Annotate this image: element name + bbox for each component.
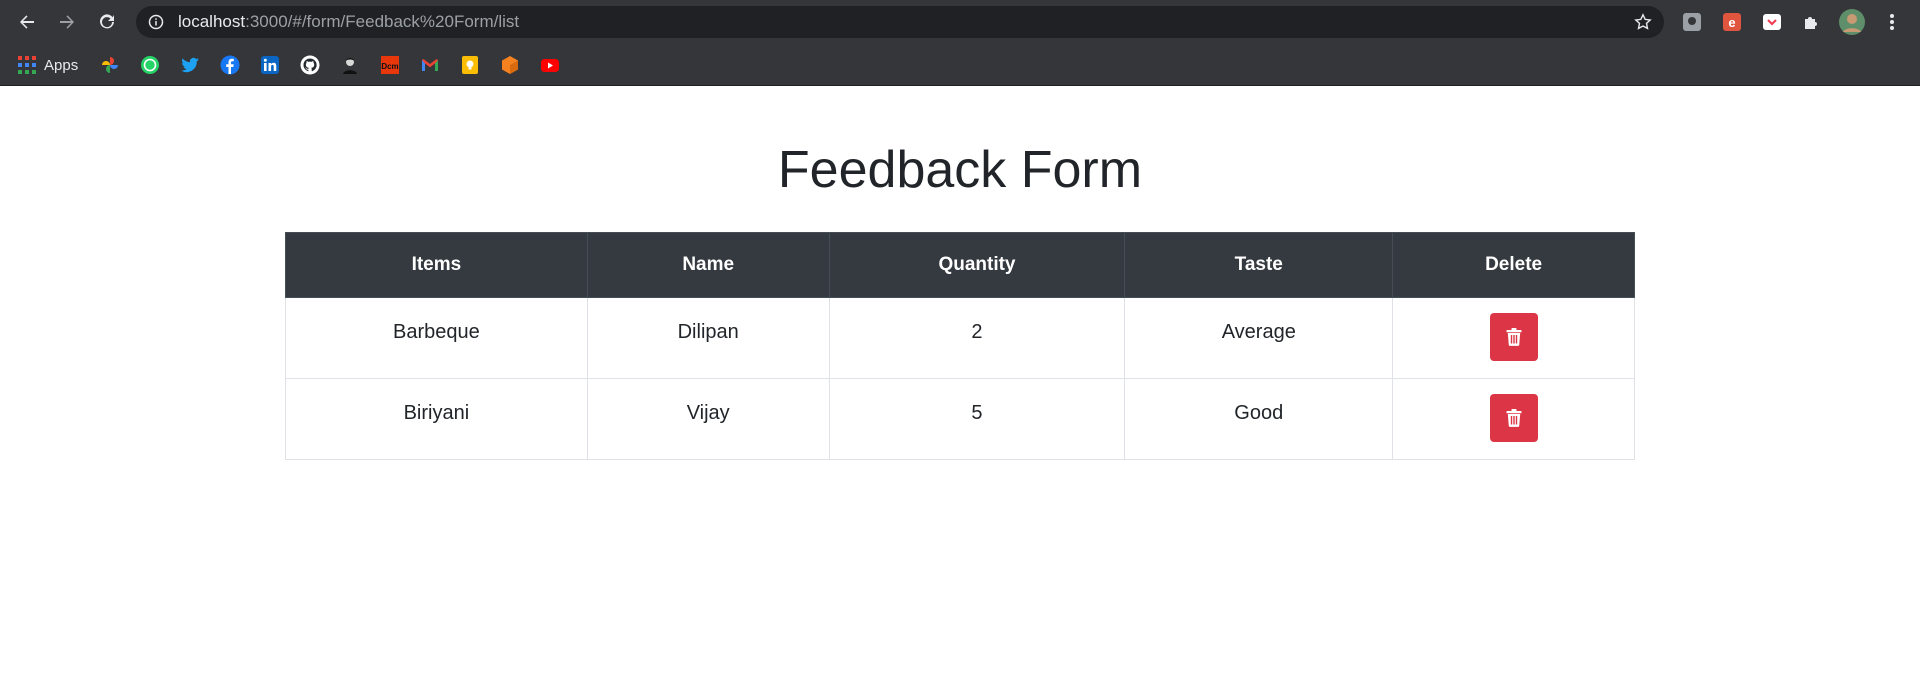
url-text[interactable]: localhost:3000/#/form/Feedback%20Form/li… (178, 6, 519, 38)
cell-quantity: 5 (828, 378, 1126, 460)
browser-chrome: localhost:3000/#/form/Feedback%20Form/li… (0, 0, 1920, 86)
name-text: Dilipan (677, 321, 739, 343)
cell-item: Barbeque (285, 297, 588, 379)
cell-delete (1392, 297, 1635, 379)
apps-grid-icon (18, 56, 36, 74)
back-button[interactable] (11, 6, 43, 38)
facebook-icon[interactable] (220, 53, 240, 77)
cell-name: Vijay (586, 378, 830, 460)
avatar-bookmark-icon[interactable] (340, 53, 360, 77)
table-body: Barbeque Dilipan 2 Average Biriyani Vija… (285, 297, 1635, 460)
box-icon[interactable] (500, 53, 520, 77)
bookmarks-bar: Apps Dcm (0, 44, 1920, 86)
apps-bookmark[interactable]: Apps (18, 53, 78, 77)
item-text: Barbeque (393, 321, 480, 343)
cell-taste: Good (1124, 378, 1394, 460)
header-row: Items Name Quantity Taste Delete (285, 232, 1635, 298)
table-row: Barbeque Dilipan 2 Average (285, 297, 1635, 379)
reload-icon (100, 14, 114, 29)
table-header: Items Name Quantity Taste Delete (285, 232, 1635, 298)
cell-delete (1392, 378, 1635, 460)
back-arrow-icon (20, 15, 34, 29)
taste-text: Average (1221, 321, 1296, 343)
url-path: :3000/#/form/Feedback%20Form/list (245, 12, 520, 31)
forward-arrow-icon (60, 15, 74, 29)
cell-item: Biriyani (285, 378, 588, 460)
chrome-menu-icon[interactable] (1879, 9, 1905, 35)
table-row: Biriyani Vijay 5 Good (285, 378, 1635, 460)
page-title: Feedback Form (777, 141, 1143, 199)
delete-button[interactable] (1489, 394, 1538, 442)
gmail-icon[interactable] (420, 53, 440, 77)
reload-button[interactable] (91, 6, 123, 38)
forward-button[interactable] (51, 6, 83, 38)
svg-text:e: e (1728, 15, 1735, 30)
trash-icon (1506, 328, 1522, 346)
name-text: Vijay (686, 402, 730, 424)
trash-icon (1506, 409, 1522, 427)
taste-text: Good (1234, 402, 1284, 424)
browser-toolbar: localhost:3000/#/form/Feedback%20Form/li… (0, 0, 1920, 44)
whatsapp-icon[interactable] (140, 53, 160, 77)
extension-1-icon[interactable] (1679, 9, 1705, 35)
bookmark-star-icon[interactable] (1634, 13, 1652, 36)
photos-icon[interactable] (100, 53, 120, 77)
cell-quantity: 2 (828, 297, 1126, 379)
header-items: Items (285, 232, 588, 298)
cell-name: Dilipan (586, 297, 830, 379)
pocket-icon[interactable] (1759, 9, 1785, 35)
extensions-puzzle-icon[interactable] (1799, 9, 1825, 35)
quantity-text: 5 (971, 402, 983, 424)
header-quantity: Quantity (828, 232, 1126, 298)
youtube-icon[interactable] (540, 53, 560, 77)
cell-taste: Average (1124, 297, 1394, 379)
header-name: Name (586, 232, 830, 298)
twitter-icon[interactable] (180, 53, 200, 77)
apps-label: Apps (44, 56, 79, 74)
delete-button[interactable] (1489, 313, 1538, 361)
github-icon[interactable] (300, 53, 320, 77)
feedback-table: Items Name Quantity Taste Delete Barbequ… (285, 232, 1635, 460)
linkedin-icon[interactable] (260, 53, 280, 77)
profile-avatar[interactable] (1839, 9, 1865, 35)
keep-icon[interactable] (460, 53, 480, 77)
svg-text:Dcm: Dcm (381, 62, 398, 71)
item-text: Biriyani (403, 402, 470, 424)
header-delete: Delete (1392, 232, 1635, 298)
pdf-tool-icon[interactable]: Dcm (380, 53, 400, 77)
url-host: localhost (178, 12, 246, 31)
site-info-icon[interactable] (148, 14, 164, 35)
chrome-divider (0, 85, 1920, 86)
extension-2-icon[interactable]: e (1719, 9, 1745, 35)
header-taste: Taste (1124, 232, 1394, 298)
address-bar[interactable]: localhost:3000/#/form/Feedback%20Form/li… (136, 6, 1664, 38)
quantity-text: 2 (971, 321, 983, 343)
